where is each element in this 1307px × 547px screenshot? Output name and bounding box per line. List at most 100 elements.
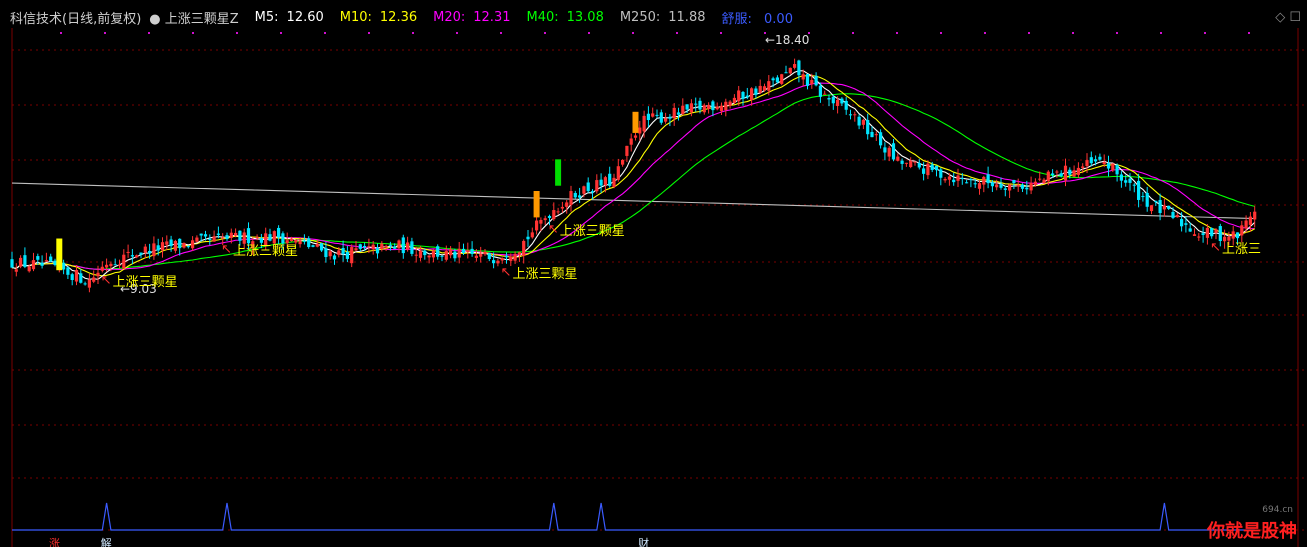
candle-body <box>982 176 986 185</box>
signal-label: 上涨三 <box>1222 242 1261 257</box>
candle-body <box>565 202 569 207</box>
candle-body <box>612 177 616 187</box>
signal-bar <box>56 238 63 271</box>
candle-body <box>427 255 431 258</box>
candle-body <box>621 159 625 165</box>
candle-body <box>1180 218 1184 227</box>
candle-body <box>973 183 977 185</box>
close-icon[interactable]: ☐ <box>1289 10 1301 25</box>
candle-body <box>836 99 840 106</box>
candle-body <box>311 245 315 247</box>
candle-body <box>70 274 74 281</box>
candle-body <box>1141 196 1145 198</box>
candle-body <box>139 252 143 255</box>
candle-body <box>354 248 358 251</box>
candle-body <box>762 86 767 91</box>
candle-body <box>135 255 139 258</box>
candle-body <box>66 267 70 275</box>
marker-dot <box>896 32 898 34</box>
candle-body <box>1171 211 1175 218</box>
candle-body <box>1094 159 1098 162</box>
marker-dot <box>1072 32 1074 34</box>
stock-chart[interactable]: ←18.40←9.03↖ 上涨三颗星↖ 上涨三颗星↖ 上涨三颗星↖ 上涨三颗星↖ 上涨三 … <box>0 0 1307 547</box>
panel-controls[interactable]: ◇ ☐ <box>1275 10 1301 25</box>
candle-body <box>922 168 926 174</box>
candle-body <box>689 103 693 113</box>
candle-body <box>229 232 233 238</box>
candle-body <box>1008 184 1012 191</box>
candle-body <box>879 132 883 146</box>
candle-body <box>195 237 199 242</box>
candle-body <box>466 250 470 253</box>
ma10-readout: M10: 12.36 <box>339 9 418 25</box>
candle-body <box>487 253 491 260</box>
candle-body <box>724 101 728 111</box>
candle-body <box>100 266 104 271</box>
grid-lines <box>11 28 1307 547</box>
candle-body <box>1124 180 1128 183</box>
candle-body <box>1210 228 1214 237</box>
candle-body <box>44 260 48 262</box>
candle-body <box>221 237 225 239</box>
candle-body <box>603 177 607 186</box>
candle-body <box>758 85 762 93</box>
candle-body <box>234 232 238 236</box>
candle-body <box>517 252 521 255</box>
candle-body <box>1128 178 1132 183</box>
indicator-name[interactable]: ● 上涨三颗星Z <box>149 8 246 27</box>
candle-body <box>1132 184 1136 186</box>
candle-body <box>814 75 818 86</box>
marker-dot <box>632 32 634 34</box>
candle-body <box>664 118 668 122</box>
candle-body <box>930 164 934 170</box>
candle-body <box>926 163 930 176</box>
candle-body <box>1038 178 1042 180</box>
candle-body <box>268 234 272 241</box>
candle-body <box>14 269 18 272</box>
candle-body <box>444 250 448 260</box>
candle-body <box>285 240 289 244</box>
candle-body <box>1072 170 1076 177</box>
candle-body <box>1119 174 1123 181</box>
candle-body <box>1231 231 1235 239</box>
candle-body <box>62 262 66 270</box>
candle-body <box>440 255 444 257</box>
candle-body <box>1197 236 1201 238</box>
candle-body <box>771 78 775 81</box>
candle-body <box>457 248 461 258</box>
candle-body <box>397 240 401 249</box>
candle-body <box>685 104 689 110</box>
candle-body <box>522 240 526 256</box>
candle-body <box>702 105 706 113</box>
candle-body <box>371 244 375 250</box>
candle-body <box>173 240 177 251</box>
candle-body <box>831 96 835 104</box>
stock-title[interactable]: 科信技术(日线,前复权) <box>10 8 141 27</box>
candle-body <box>1089 157 1093 164</box>
candle-body <box>126 251 130 253</box>
candle-body <box>431 250 435 258</box>
candle-body <box>49 256 53 262</box>
marker-dot <box>148 32 150 34</box>
candle-body <box>891 143 896 160</box>
ma5-line <box>11 70 1256 280</box>
candle-body <box>10 259 14 268</box>
candle-body <box>388 244 392 246</box>
candle-body <box>805 74 810 86</box>
candle-body <box>728 101 732 106</box>
candle-body <box>917 163 921 168</box>
candle-body <box>1068 169 1072 175</box>
candle-body <box>401 237 405 254</box>
diamond-icon[interactable]: ◇ <box>1275 10 1285 25</box>
candle-body <box>633 135 638 138</box>
candle-body <box>53 260 57 265</box>
candle-body <box>629 138 633 145</box>
candle-body <box>277 227 281 238</box>
candle-body <box>375 247 380 254</box>
candle-body <box>483 251 487 255</box>
candle-body <box>186 246 190 248</box>
candle-body <box>793 64 797 68</box>
candle-body <box>578 195 582 198</box>
candle-body <box>638 127 642 134</box>
candle-body <box>655 114 659 116</box>
